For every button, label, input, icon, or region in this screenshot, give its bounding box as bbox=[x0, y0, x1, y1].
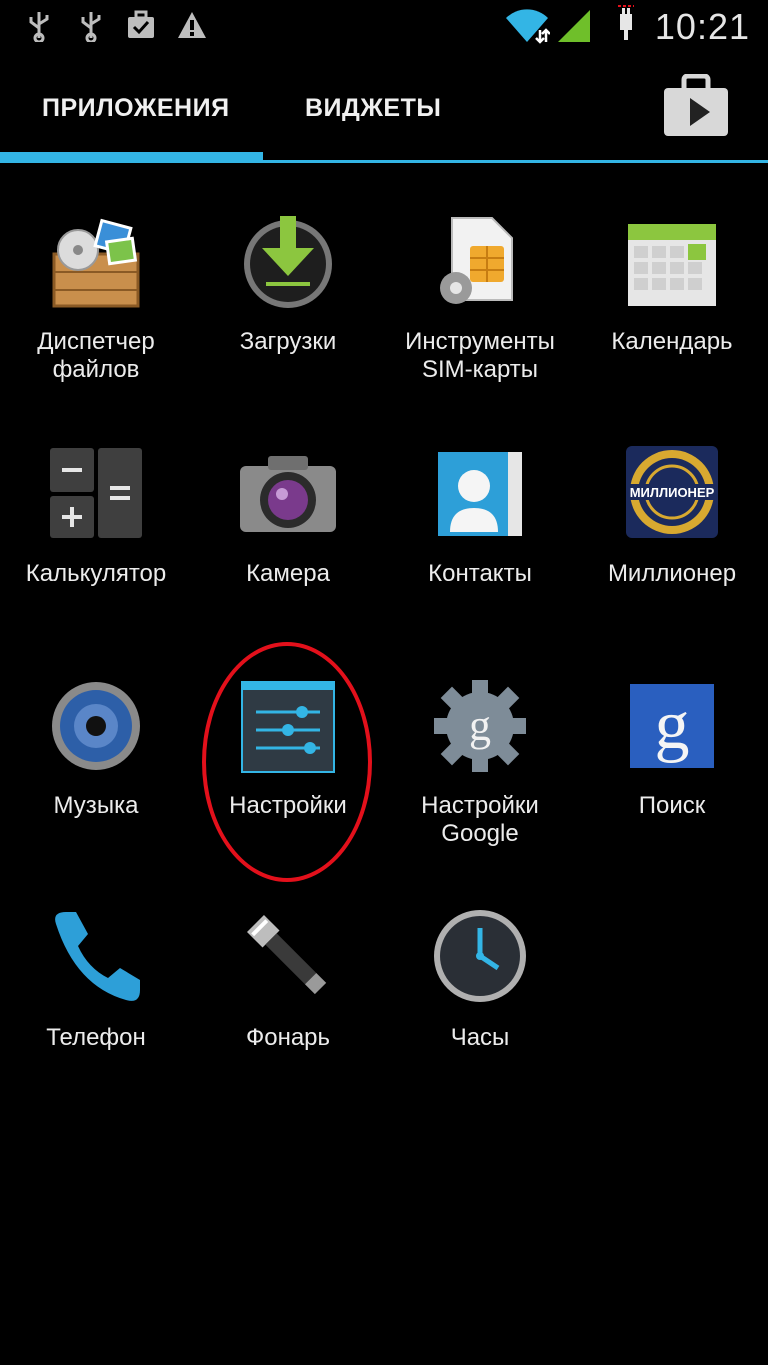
app-label: Контакты bbox=[428, 560, 532, 587]
app-contacts[interactable]: Контакты bbox=[384, 442, 576, 662]
app-label: Музыка bbox=[53, 792, 139, 819]
app-file-manager[interactable]: Диспетчер файлов bbox=[0, 210, 192, 430]
play-store-button[interactable] bbox=[662, 74, 730, 138]
millionaire-icon: МИЛЛИОНЕР bbox=[626, 446, 718, 538]
clock-icon bbox=[434, 910, 526, 1002]
app-sim-toolkit[interactable]: Инструменты SIM-карты bbox=[384, 210, 576, 430]
camera-icon bbox=[240, 456, 336, 532]
app-settings[interactable]: Настройки bbox=[192, 674, 384, 894]
briefcase-check-icon bbox=[128, 10, 154, 38]
app-label: Камера bbox=[246, 560, 330, 587]
app-music[interactable]: Музыка bbox=[0, 674, 192, 894]
app-label: Диспетчер файлов bbox=[37, 328, 155, 383]
charging-icon bbox=[618, 5, 634, 40]
wifi-icon bbox=[506, 9, 550, 44]
app-label: Настройки bbox=[229, 792, 347, 819]
app-label: Поиск bbox=[638, 792, 706, 819]
app-flashlight[interactable]: Фонарь bbox=[192, 906, 384, 1126]
app-millionaire[interactable]: МИЛЛИОНЕР Миллионер bbox=[576, 442, 768, 662]
calculator-icon bbox=[50, 448, 142, 538]
tab-widgets[interactable]: ВИДЖЕТЫ bbox=[305, 94, 441, 123]
music-icon bbox=[52, 682, 140, 770]
tab-divider bbox=[0, 160, 768, 163]
app-search[interactable]: g Поиск bbox=[576, 674, 768, 894]
status-bar: 10:21 bbox=[0, 0, 768, 56]
app-label: Телефон bbox=[46, 1024, 146, 1051]
app-label: Калькулятор bbox=[25, 560, 167, 587]
calendar-icon bbox=[628, 224, 716, 306]
downloads-icon bbox=[244, 216, 332, 308]
sim-toolkit-icon bbox=[440, 217, 513, 304]
status-time: 10:21 bbox=[654, 6, 750, 47]
app-label: Настройки Google bbox=[421, 792, 539, 847]
app-label: Миллионер bbox=[607, 560, 737, 587]
usb-icon bbox=[81, 12, 101, 42]
app-label: Календарь bbox=[611, 328, 733, 355]
svg-text:g: g bbox=[469, 701, 491, 750]
app-downloads[interactable]: Загрузки bbox=[192, 210, 384, 430]
app-label: Загрузки bbox=[239, 328, 337, 355]
tab-apps[interactable]: ПРИЛОЖЕНИЯ bbox=[42, 94, 230, 123]
svg-text:g: g bbox=[655, 687, 690, 764]
app-camera[interactable]: Камера bbox=[192, 442, 384, 662]
signal-icon bbox=[558, 10, 590, 42]
flashlight-icon bbox=[246, 914, 327, 995]
app-calendar[interactable]: Календарь bbox=[576, 210, 768, 430]
phone-icon bbox=[55, 912, 140, 1001]
search-icon: g bbox=[630, 684, 714, 768]
app-google-settings[interactable]: g Настройки Google bbox=[384, 674, 576, 894]
settings-icon bbox=[241, 681, 335, 773]
usb-icon bbox=[29, 12, 49, 42]
contacts-icon bbox=[438, 452, 522, 536]
svg-text:МИЛЛИОНЕР: МИЛЛИОНЕР bbox=[630, 485, 715, 500]
app-clock[interactable]: Часы bbox=[384, 906, 576, 1126]
app-phone[interactable]: Телефон bbox=[0, 906, 192, 1126]
app-label: Часы bbox=[450, 1024, 510, 1051]
app-label: Инструменты SIM-карты bbox=[405, 328, 555, 383]
google-settings-icon: g bbox=[434, 680, 526, 772]
warning-icon bbox=[178, 12, 206, 38]
app-label: Фонарь bbox=[245, 1024, 331, 1051]
file-manager-icon bbox=[52, 218, 140, 308]
tab-bar: ПРИЛОЖЕНИЯ ВИДЖЕТЫ bbox=[0, 60, 768, 165]
app-calculator[interactable]: Калькулятор bbox=[0, 442, 192, 662]
